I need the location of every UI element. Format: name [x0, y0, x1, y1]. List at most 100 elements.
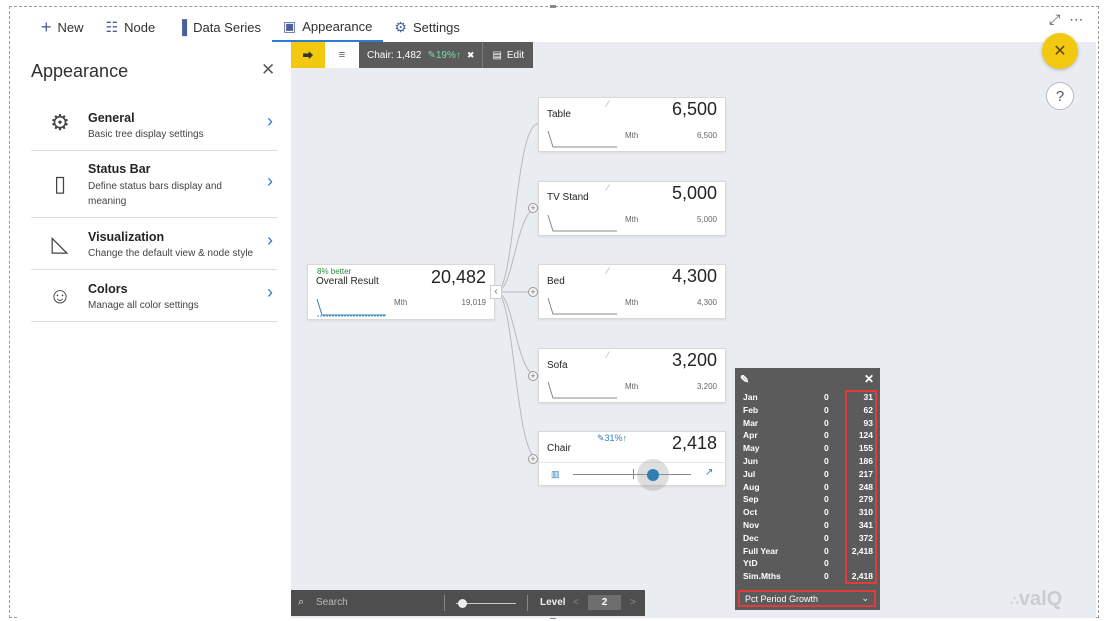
level-prev-button[interactable]: <	[573, 597, 579, 608]
connector-sofa	[495, 291, 539, 377]
node-sub-value: 3,200	[696, 382, 717, 391]
pencil-icon[interactable]: ⁄	[607, 183, 609, 193]
measure-dropdown[interactable]: Pct Period Growth ⌄	[738, 590, 876, 607]
node-sub-value: 19,019	[461, 298, 486, 307]
pencil-icon[interactable]: ⁄	[607, 99, 609, 109]
row-base: 0	[824, 571, 829, 582]
row-base: 0	[824, 456, 829, 466]
node-value: 6,500	[671, 99, 717, 119]
measure-dropdown-value: Pct Period Growth	[745, 594, 819, 604]
node-value: 4,300	[671, 266, 717, 286]
node-value: 20,482	[430, 267, 486, 287]
node-bed[interactable]: ⁄ Bed 4,300 Mth 4,300	[538, 264, 726, 319]
expand-plus-icon[interactable]: +	[528, 287, 538, 297]
row-base: 0	[824, 417, 829, 428]
row-period: Jul	[743, 468, 756, 479]
sparkline	[316, 298, 386, 317]
node-label: TV Stand	[547, 192, 589, 203]
node-chair[interactable]: Chair ✎31%↑ 2,418 ▥ ↗	[538, 431, 726, 491]
chevron-down-icon: ⌄	[861, 593, 869, 603]
level-label: Level	[540, 597, 566, 608]
row-base: 0	[824, 507, 829, 518]
row-period: Mar	[743, 417, 759, 428]
row-period: Aug	[743, 481, 760, 492]
list-view-button[interactable]: ≡	[325, 42, 359, 68]
sparkline	[547, 214, 617, 232]
node-label: Sofa	[547, 360, 568, 371]
row-base: 0	[824, 532, 829, 543]
node-period: Mth	[625, 131, 639, 140]
tree-view-button[interactable]: ⮕	[291, 42, 325, 68]
divider	[527, 595, 528, 611]
open-external-icon[interactable]: ↗	[705, 467, 713, 478]
collapse-chevron-icon[interactable]: ‹	[490, 285, 502, 299]
level-next-button[interactable]: >	[630, 597, 636, 608]
expand-plus-icon[interactable]: +	[528, 454, 538, 464]
expand-plus-icon[interactable]: +	[528, 203, 538, 213]
level-value[interactable]: 2	[588, 595, 621, 610]
row-period: Jun	[743, 456, 759, 466]
value-slider-track[interactable]	[573, 474, 691, 475]
row-period: Sep	[743, 494, 759, 505]
row-period: Oct	[743, 507, 758, 518]
node-sofa[interactable]: ⁄ Sofa 3,200 Mth 3,200	[538, 348, 726, 403]
trash-icon[interactable]: ▥	[551, 469, 560, 480]
tree-view-icon: ⮕	[302, 50, 314, 62]
row-base: 0	[824, 494, 829, 505]
connector-tv-stand	[495, 207, 539, 293]
row-base: 0	[824, 430, 829, 441]
trash-icon[interactable]: ✖	[467, 50, 475, 61]
row-period: Full Year	[743, 545, 779, 556]
row-period: Feb	[743, 404, 759, 415]
row-period: Apr	[743, 430, 758, 441]
row-base: 0	[824, 558, 829, 569]
node-divider	[539, 462, 725, 463]
pencil-icon[interactable]: ⁄	[607, 350, 609, 360]
edit-icon: ▤	[492, 49, 502, 61]
pencil-icon[interactable]: ⁄	[607, 266, 609, 276]
divider	[444, 595, 445, 611]
row-base: 0	[824, 392, 829, 402]
node-period: Mth	[625, 298, 639, 307]
row-period: Dec	[743, 532, 759, 543]
row-period: Sim.Mths	[743, 571, 781, 582]
node-table[interactable]: ⁄ Table 6,500 Mth 6,500	[538, 97, 726, 152]
node-change: ✎31%↑	[597, 433, 628, 443]
row-period: Nov	[743, 520, 760, 530]
search-input[interactable]: Search	[316, 597, 348, 608]
node-tv-stand[interactable]: ⁄ TV Stand 5,000 Mth 5,000	[538, 181, 726, 236]
slider-baseline-marker	[633, 469, 634, 479]
row-base: 0	[824, 468, 829, 479]
sparkline	[547, 130, 617, 148]
row-period: Jan	[743, 392, 758, 402]
list-view-icon: ≡	[338, 49, 346, 61]
row-period: YtD	[743, 558, 758, 569]
node-sub-value: 4,300	[696, 298, 717, 307]
row-base: 0	[824, 545, 829, 556]
node-value: 5,000	[671, 183, 717, 203]
zoom-slider-thumb[interactable]	[458, 599, 467, 608]
node-sub-value: 5,000	[696, 215, 717, 224]
close-edit-mode-button[interactable]: ✕	[1042, 33, 1078, 69]
edit-notes-icon[interactable]: ✎	[740, 373, 749, 386]
node-sub-value: 6,500	[696, 131, 717, 140]
row-base: 0	[824, 481, 829, 492]
logo-network-icon: ∴	[1010, 592, 1019, 608]
node-period: Mth	[625, 382, 639, 391]
row-base: 0	[824, 404, 829, 415]
row-base: 0	[824, 443, 829, 454]
node-overall-result[interactable]: 8% better Overall Result 20,482 Mth 19,0…	[307, 264, 495, 320]
valq-logo: ∴valQ	[1010, 588, 1062, 611]
logo-text: valQ	[1018, 588, 1063, 610]
node-label: Table	[547, 109, 571, 120]
node-value: 3,200	[671, 350, 717, 370]
close-icon[interactable]: ✕	[864, 372, 874, 386]
node-toolbar: ⮕ ≡ Chair: 1,482 ✎19%↑ ✖ ▤ Edit	[291, 42, 534, 68]
help-button[interactable]: ?	[1046, 82, 1074, 110]
expand-plus-icon[interactable]: +	[528, 371, 538, 381]
row-base: 0	[824, 520, 829, 530]
edit-button[interactable]: ▤ Edit	[482, 42, 534, 68]
bottom-bar: ⌕ Search Level < 2 >	[291, 590, 645, 616]
highlight-box	[845, 390, 877, 584]
performance-badge: 8% better	[317, 267, 352, 276]
